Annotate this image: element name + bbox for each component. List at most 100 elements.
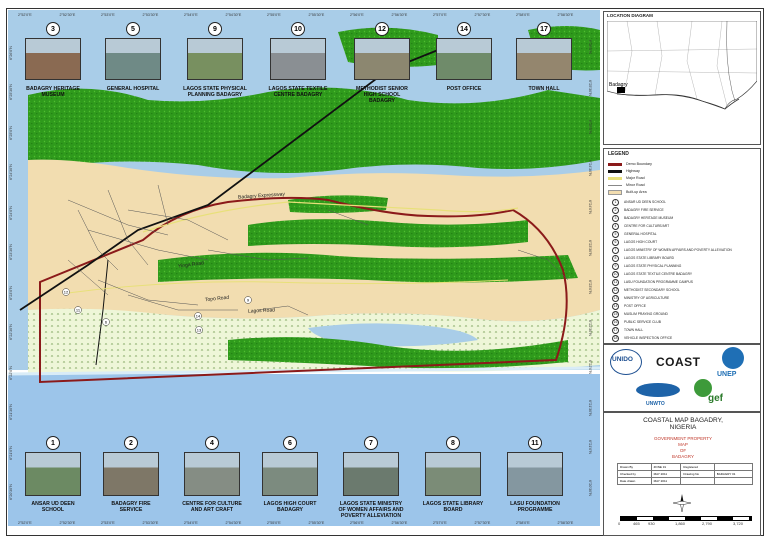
info-table-row: Checked by MAY 2011 Drawing No BADAGRY 01 <box>617 470 754 478</box>
top-photo-14[interactable] <box>436 38 492 80</box>
location-badagry-label: Badagry <box>609 82 628 88</box>
legend-place-item: 12 METHODIST SECONDARY SCHOOL <box>612 286 680 294</box>
info-table-row: Date drawn MAY 2011 <box>617 477 754 485</box>
legend-place-label: MINISTRY OF AGRICULTURE <box>624 296 670 300</box>
legend-swatch <box>608 189 622 195</box>
legend-place-label: LAGOS STATE PHYSICAL PLANNING <box>624 264 682 268</box>
coord-bottom-label: 2°57'0"E <box>433 521 447 525</box>
legend-place-number: 10 <box>612 270 619 278</box>
coord-right-label: 6°20'30"N <box>588 480 592 496</box>
gov-line2: MAP <box>678 442 688 447</box>
info-table-row: Drawn By ZONE 31 Registered <box>617 463 754 471</box>
legend-place-label: LAGOS MINISTRY OF WOMEN AFFAIRS AND POVE… <box>624 248 732 252</box>
top-photo-label-3: MUSEUM <box>41 92 65 98</box>
legend-place-number: 9 <box>612 262 619 270</box>
bottom-photo-label-4: AND ART CRAFT <box>190 507 234 513</box>
bottom-photo-label-6: BADAGRY <box>276 507 304 513</box>
info-table-cell: BADAGRY 01 <box>713 470 754 478</box>
legend-place-item: 8 LAGOS STATE LIBRARY BOARD <box>612 254 674 262</box>
top-photo-label-17: TOWN HALL <box>528 86 560 92</box>
northern-vegetation <box>28 87 600 174</box>
legend-place-number: 2 <box>612 206 619 214</box>
coord-bottom-label: 2°58'30"E <box>557 521 574 525</box>
top-photo-10[interactable] <box>270 38 326 80</box>
bottom-photo-6[interactable] <box>262 452 318 496</box>
bottom-photo-11[interactable] <box>507 452 563 496</box>
legend-place-number: 15 <box>612 310 619 318</box>
coord-bottom-label: 2°54'30"E <box>225 521 242 525</box>
legend-place-number: 3 <box>612 214 619 222</box>
bottom-photo-number-8: 8 <box>446 436 460 450</box>
bottom-photo-8[interactable] <box>425 452 481 496</box>
top-photo-number-10: 10 <box>291 22 305 36</box>
bottom-photo-1[interactable] <box>25 452 81 496</box>
top-photo-3[interactable] <box>25 38 81 80</box>
coord-bottom-label: 2°52'30"E <box>59 521 76 525</box>
place-marker-11[interactable]: 11 <box>74 306 82 314</box>
legend-place-item: 14 POST OFFICE <box>612 302 646 310</box>
legend-swatch <box>608 184 622 186</box>
scale-label: 2,790 <box>702 521 713 526</box>
coord-bottom-label: 2°53'30"E <box>142 521 159 525</box>
logo-panel: UNIDO COAST UNEP UNWTO gef <box>603 344 761 412</box>
legend-place-item: 13 MINISTRY OF AGRICULTURE <box>612 294 670 302</box>
coord-right-label: 6°25'30"N <box>588 80 592 96</box>
legend-place-number: 11 <box>612 278 619 286</box>
coord-right-label: 6°22'30"N <box>588 320 592 336</box>
coord-left-label: 6°22'30"N <box>9 324 13 340</box>
bottom-photo-number-6: 6 <box>283 436 297 450</box>
legend-place-label: BADAGRY FIRE SERVICE <box>624 208 664 212</box>
location-diagram-title: LOCATION DIAGRAM <box>607 13 653 18</box>
place-marker-9[interactable]: 9 <box>244 296 252 304</box>
bottom-photo-2[interactable] <box>103 452 159 496</box>
coord-top-label: 2°58'0"E <box>516 13 530 17</box>
unwto-logo-text: UNWTO <box>646 401 665 407</box>
coord-top-label: 2°56'0"E <box>350 13 364 17</box>
top-photo-5[interactable] <box>105 38 161 80</box>
map-title-line2: NIGERIA <box>669 424 697 431</box>
legend-place-label: PUBLIC SERVICE CLUB <box>624 320 661 324</box>
scale-label: 465 <box>633 521 640 526</box>
coast-logo-text: COAST <box>656 355 701 369</box>
location-diagram-map: Badagry <box>607 21 757 143</box>
coord-right-label: 6°24'0"N <box>588 200 592 214</box>
coord-right-label: 6°22'0"N <box>588 360 592 374</box>
place-marker-12[interactable]: 12 <box>62 288 70 296</box>
info-table-cell: ZONE 31 <box>650 463 682 471</box>
gov-line3: OF <box>679 448 687 453</box>
info-table-cell: Registered <box>680 463 715 471</box>
legend-place-item: 11 LASU FOUNDATION PROGRAMME CAMPUS <box>612 278 693 286</box>
legend-place-label: BADAGRY HERITAGE MUSEUM <box>624 216 674 220</box>
top-photo-label-5: GENERAL HOSPITAL <box>106 86 160 92</box>
svg-text:14: 14 <box>196 314 201 319</box>
coord-right-label: 6°24'30"N <box>588 160 592 176</box>
legend-item: Demo Boundary <box>608 161 652 167</box>
top-photo-12[interactable] <box>354 38 410 80</box>
bottom-photo-number-4: 4 <box>205 436 219 450</box>
top-photo-number-14: 14 <box>457 22 471 36</box>
legend-place-number: 13 <box>612 294 619 302</box>
legend-place-label: MUSLIM PRAYING GROUND <box>624 312 668 316</box>
place-marker-6[interactable]: 6 <box>102 318 110 326</box>
bottom-photo-label-1: SCHOOL <box>41 507 65 513</box>
coord-top-label: 2°58'30"E <box>557 13 574 17</box>
top-photo-9[interactable] <box>187 38 243 80</box>
legend-place-label: LAGOS STATE TEXTILE CENTRE BADAGRY <box>624 272 693 276</box>
legend-swatch <box>608 169 622 173</box>
bottom-photo-4[interactable] <box>184 452 240 496</box>
place-marker-13[interactable]: 13 <box>195 326 203 334</box>
legend-place-label: VEHICLE INSPECTION OFFICE <box>624 336 673 340</box>
place-marker-14[interactable]: 14 <box>194 312 202 320</box>
coord-bottom-label: 2°54'0"E <box>184 521 198 525</box>
top-photo-number-9: 9 <box>208 22 222 36</box>
legend-place-number: 12 <box>612 286 619 294</box>
info-table-cell <box>713 463 754 471</box>
top-photo-number-5: 5 <box>126 22 140 36</box>
legend-title: LEGEND <box>608 151 629 157</box>
legend-place-item: 3 BADAGRY HERITAGE MUSEUM <box>612 214 674 222</box>
top-photo-17[interactable] <box>516 38 572 80</box>
legend-place-item: 1 ANSAR UD DEEN SCHOOL <box>612 198 666 206</box>
gov-line4: BADAGRY <box>672 454 694 459</box>
bottom-photo-7[interactable] <box>343 452 399 496</box>
top-photo-label-12: BADAGRY <box>368 98 396 104</box>
